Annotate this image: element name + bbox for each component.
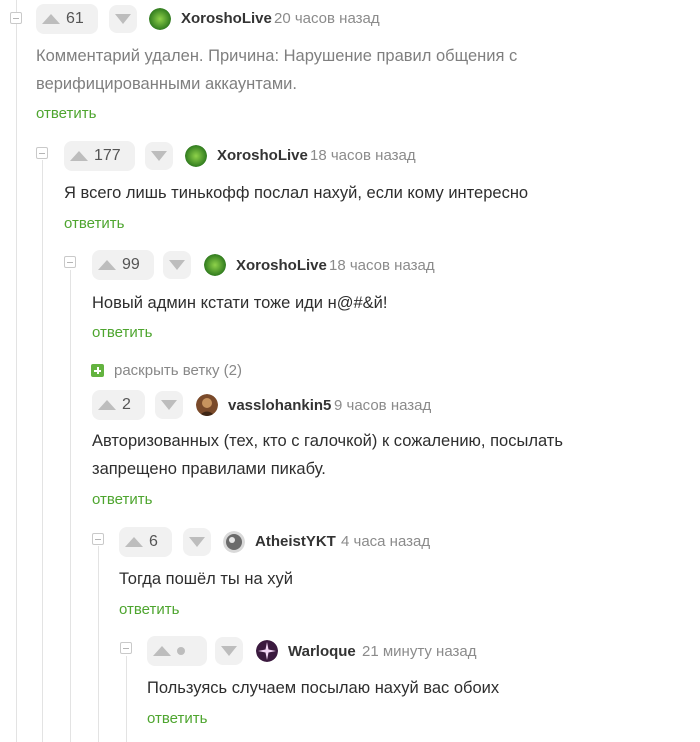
thread-line (98, 546, 99, 742)
upvote-box: 61 (36, 4, 98, 34)
upvote-button[interactable] (92, 390, 122, 420)
downvote-button[interactable] (145, 142, 173, 170)
upvote-box: 6 (119, 527, 172, 557)
comment-author[interactable]: AtheistYKT (255, 533, 336, 550)
arrow-down-icon (115, 14, 131, 24)
comment-score: 61 (66, 10, 84, 27)
avatar-image (149, 8, 171, 30)
comment-time[interactable]: 18 часов назад (329, 257, 435, 274)
avatar-image (196, 394, 218, 416)
expand-branch-label: раскрыть ветку (2) (114, 362, 242, 379)
comment-time[interactable]: 9 часов назад (334, 397, 431, 414)
comment-time[interactable]: 20 часов назад (274, 10, 380, 27)
upvote-button[interactable] (147, 636, 177, 666)
arrow-up-icon (98, 260, 116, 270)
reply-link[interactable]: ответить (64, 215, 124, 232)
arrow-up-icon (70, 151, 88, 161)
collapse-thread-button[interactable] (120, 642, 132, 654)
thread-line (42, 160, 43, 742)
reply-link[interactable]: ответить (36, 105, 96, 122)
avatar[interactable] (185, 145, 207, 167)
comment-score: 2 (122, 396, 131, 413)
arrow-down-icon (169, 260, 185, 270)
upvote-button[interactable] (64, 141, 94, 171)
arrow-up-icon (42, 14, 60, 24)
arrow-down-icon (221, 646, 237, 656)
avatar-image (185, 145, 207, 167)
comment-text: Пользуясь случаем посылаю нахуй вас обои… (147, 679, 500, 697)
collapse-thread-button[interactable] (92, 533, 104, 545)
collapse-thread-button[interactable] (36, 147, 48, 159)
avatar[interactable] (204, 254, 226, 276)
avatar[interactable] (223, 531, 245, 553)
avatar[interactable] (196, 394, 218, 416)
upvote-box: 177 (64, 141, 135, 171)
arrow-up-icon (125, 537, 143, 547)
avatar[interactable] (149, 8, 171, 30)
comment-text: Я всего лишь тинькофф послал нахуй, если… (64, 184, 529, 202)
avatar-image (204, 254, 226, 276)
reply-link[interactable]: ответить (147, 710, 207, 727)
upvote-button[interactable] (119, 527, 149, 557)
comment-author[interactable]: XoroshoLive (181, 10, 272, 27)
comment-text: Комментарий удален. Причина: Нарушение п… (36, 47, 518, 93)
comment-score: 177 (94, 147, 121, 164)
reply-link[interactable]: ответить (92, 491, 152, 508)
thread-line (70, 270, 71, 742)
upvote-box (147, 636, 207, 666)
upvote-box: 99 (92, 250, 154, 280)
upvote-button[interactable] (36, 4, 66, 34)
comment-score: 99 (122, 256, 140, 273)
arrow-down-icon (161, 400, 177, 410)
avatar-image (223, 531, 245, 553)
collapse-thread-button[interactable] (64, 256, 76, 268)
reply-link[interactable]: ответить (119, 601, 179, 618)
collapse-thread-button[interactable] (10, 12, 22, 24)
reply-link[interactable]: ответить (92, 324, 152, 341)
comment-time[interactable]: 4 часа назад (341, 533, 430, 550)
arrow-down-icon (151, 151, 167, 161)
downvote-button[interactable] (109, 5, 137, 33)
comment-text: Авторизованных (тех, кто с галочкой) к с… (92, 432, 563, 478)
hidden-score-dot (177, 647, 197, 655)
downvote-button[interactable] (163, 251, 191, 279)
plus-icon (91, 364, 104, 377)
comment-author[interactable]: Warloque (288, 643, 356, 660)
thread-line (16, 0, 17, 742)
expand-branch-button[interactable]: раскрыть ветку (2) (91, 362, 242, 379)
comment-time[interactable]: 18 часов назад (310, 147, 416, 164)
avatar-image (256, 640, 278, 662)
upvote-box: 2 (92, 390, 145, 420)
comment-author[interactable]: XoroshoLive (236, 257, 327, 274)
arrow-up-icon (153, 646, 171, 656)
avatar[interactable] (256, 640, 278, 662)
downvote-button[interactable] (215, 637, 243, 665)
downvote-button[interactable] (155, 391, 183, 419)
comment-time[interactable]: 21 минуту назад (362, 643, 476, 660)
arrow-down-icon (189, 537, 205, 547)
comment-score: 6 (149, 533, 158, 550)
upvote-button[interactable] (92, 250, 122, 280)
comment-text: Тогда пошёл ты на хуй (119, 570, 293, 588)
thread-line (126, 656, 127, 742)
downvote-button[interactable] (183, 528, 211, 556)
arrow-up-icon (98, 400, 116, 410)
comment-text: Новый админ кстати тоже иди н@#&й! (92, 294, 388, 312)
comment-author[interactable]: XoroshoLive (217, 147, 308, 164)
comment-author[interactable]: vasslohankin5 (228, 397, 331, 414)
